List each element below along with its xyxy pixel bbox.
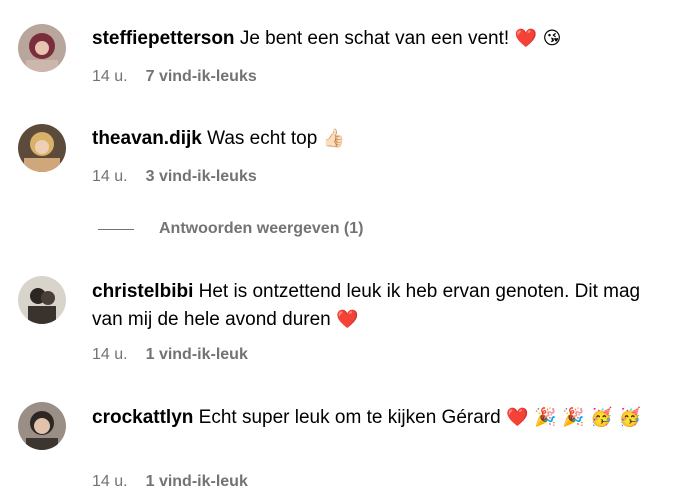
avatar-image — [18, 24, 66, 72]
emoji-heart-kiss: ❤️ 😘 — [514, 28, 562, 49]
comment-body: Was echt top — [207, 128, 318, 149]
comment-time[interactable]: 14 u. — [92, 67, 128, 87]
avatar[interactable] — [18, 402, 66, 450]
comment-meta: 14 u. 3 vind-ik-leuks — [92, 167, 257, 187]
comment-likes[interactable]: 1 vind-ik-leuk — [146, 472, 248, 492]
comment-username[interactable]: steffiepetterson — [92, 28, 235, 49]
comment-text: crockattlyn Echt super leuk om te kijken… — [92, 404, 658, 432]
comment-likes[interactable]: 7 vind-ik-leuks — [146, 67, 257, 87]
comment-time[interactable]: 14 u. — [92, 472, 128, 492]
comment-likes[interactable]: 3 vind-ik-leuks — [146, 167, 257, 187]
comment-body: Je bent een schat van een vent! — [239, 28, 510, 49]
emoji-heart: ❤️ — [336, 309, 359, 330]
comment-username[interactable]: christelbibi — [92, 281, 193, 302]
comment-meta: 14 u. 1 vind-ik-leuk — [92, 345, 248, 365]
comment-likes[interactable]: 1 vind-ik-leuk — [146, 345, 248, 365]
replies-divider-line — [98, 228, 134, 230]
comment-text: steffiepetterson Je bent een schat van e… — [92, 25, 658, 53]
comment-body: Echt super leuk om te kijken Gérard — [198, 407, 501, 428]
comment-text: theavan.dijk Was echt top 👍🏻 — [92, 125, 658, 153]
view-replies-button[interactable]: Antwoorden weergeven (1) — [98, 220, 363, 238]
comment-username[interactable]: crockattlyn — [92, 407, 193, 428]
comment-time[interactable]: 14 u. — [92, 345, 128, 365]
comment-text: christelbibi Het is ontzettend leuk ik h… — [92, 278, 658, 334]
avatar-image — [18, 124, 66, 172]
avatar[interactable] — [18, 24, 66, 72]
comment-username[interactable]: theavan.dijk — [92, 128, 202, 149]
emoji-heart-party: ❤️ 🎉 🎉 🥳 🥳 — [505, 407, 641, 428]
avatar[interactable] — [18, 276, 66, 324]
avatar-image — [18, 402, 66, 450]
avatar[interactable] — [18, 124, 66, 172]
comment-meta: 14 u. 7 vind-ik-leuks — [92, 67, 257, 87]
avatar-image — [18, 276, 66, 324]
view-replies-label: Antwoorden weergeven (1) — [159, 220, 364, 237]
comment-time[interactable]: 14 u. — [92, 167, 128, 187]
comment-meta: 14 u. 1 vind-ik-leuk — [92, 472, 248, 492]
emoji-thumbs-up: 👍🏻 — [322, 128, 345, 149]
